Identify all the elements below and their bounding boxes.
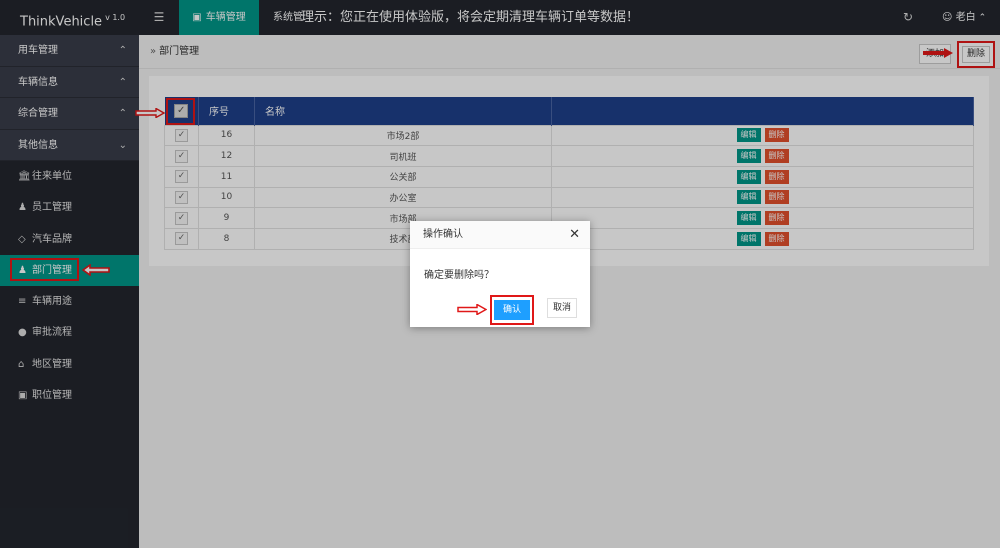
cancel-button[interactable]: 取消 xyxy=(547,298,577,318)
confirm-dialog: 操作确认 ✕ 确定要删除吗？ 确认 取消 xyxy=(410,221,590,327)
close-icon[interactable]: ✕ xyxy=(569,228,580,241)
dialog-title: 操作确认 xyxy=(410,221,590,249)
dialog-message: 确定要删除吗？ xyxy=(424,270,494,281)
confirm-button-label: 确认 xyxy=(494,300,530,320)
arrow-right-icon xyxy=(457,304,487,315)
confirm-button[interactable]: 确认 xyxy=(490,295,534,325)
